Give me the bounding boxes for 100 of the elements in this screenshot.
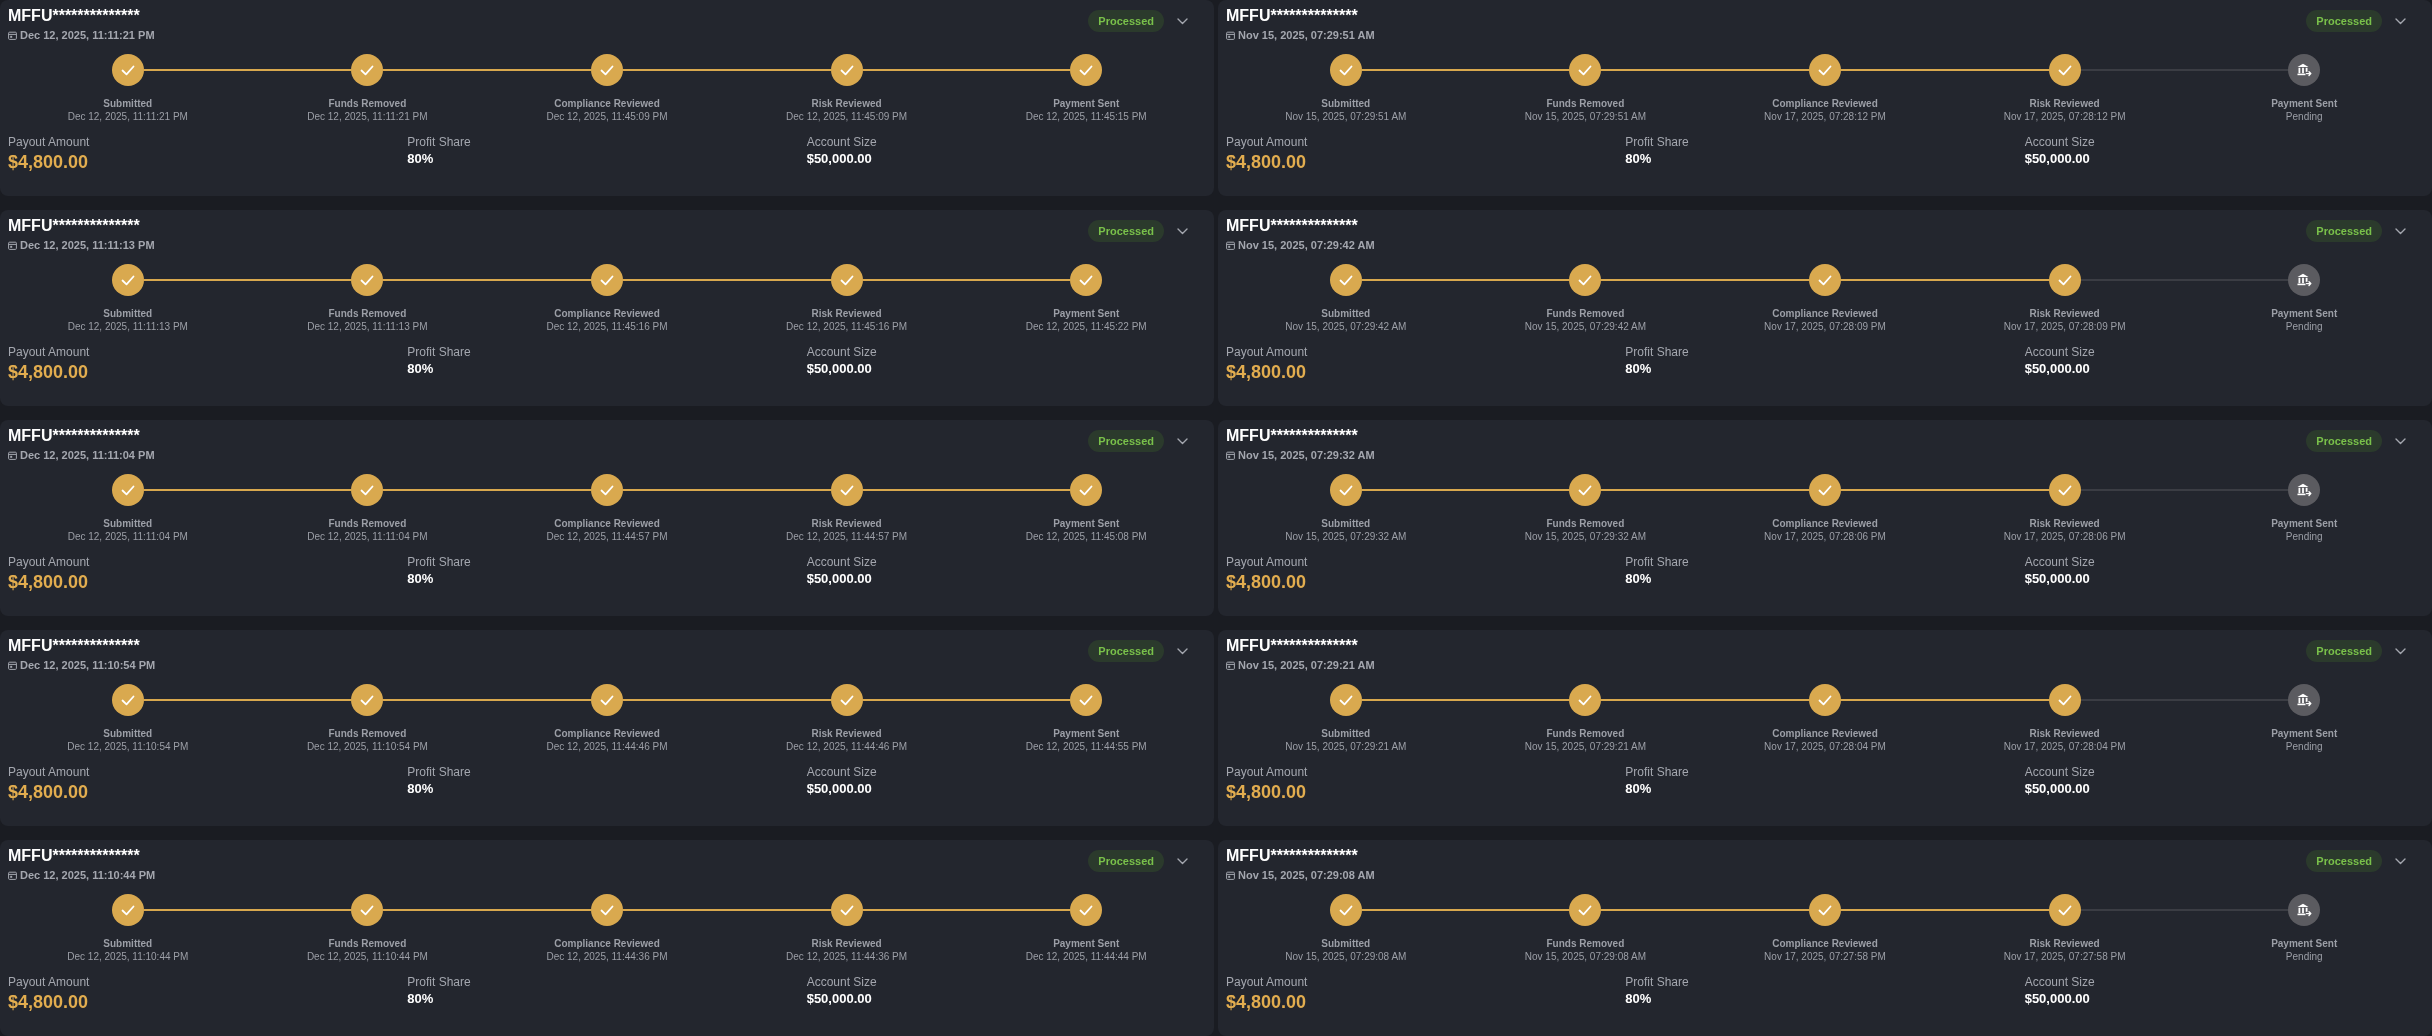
field-label: Profit Share [1625, 975, 1689, 990]
step-timestamp: Dec 12, 2025, 11:11:13 PM [307, 320, 428, 333]
request-date: Nov 15, 2025, 07:29:21 AM [1238, 658, 1375, 672]
calendar-icon [8, 240, 17, 250]
field-label: Payout Amount [8, 135, 90, 150]
step-timestamp: Nov 15, 2025, 07:29:32 AM [1524, 530, 1646, 543]
step-label: Risk Reviewed [811, 97, 882, 110]
step-label: Funds Removed [328, 97, 407, 110]
step-label: Submitted [1321, 97, 1371, 110]
step-label: Compliance Reviewed [1772, 517, 1878, 530]
step-label: Submitted [1321, 517, 1371, 530]
field-value: $50,000.00 [806, 360, 872, 378]
step-status: Pending [2285, 530, 2323, 543]
field-value: 80% [1625, 990, 1652, 1008]
field-label: Profit Share [407, 975, 471, 990]
step-label: Payment Sent [1053, 97, 1120, 110]
step-label: Compliance Reviewed [554, 307, 660, 320]
status-badge: Processed [1088, 850, 1164, 872]
payout-amount: $4,800.00 [8, 991, 89, 1014]
field-label: Account Size [2024, 345, 2095, 360]
step-label: Submitted [103, 97, 153, 110]
step-timestamp: Nov 17, 2025, 07:27:58 PM [1764, 950, 1886, 963]
chevron-down-icon[interactable] [1177, 857, 1188, 865]
payout-amount: $4,800.00 [8, 361, 89, 384]
step-label: Funds Removed [1546, 97, 1625, 110]
account-id: MFFU************** [8, 426, 141, 446]
calendar-icon [8, 660, 17, 670]
step-label: Submitted [103, 937, 153, 950]
payout-amount: $4,800.00 [1226, 991, 1307, 1014]
chevron-down-icon[interactable] [1177, 437, 1188, 445]
status-badge: Processed [2306, 10, 2382, 32]
account-id: MFFU************** [8, 846, 141, 866]
payout-amount: $4,800.00 [1226, 781, 1307, 804]
step-label: Compliance Reviewed [554, 517, 660, 530]
step-status: Pending [2285, 320, 2323, 333]
step-timestamp: Nov 17, 2025, 07:28:09 PM [1764, 320, 1886, 333]
step-timestamp: Dec 12, 2025, 11:10:44 PM [306, 950, 428, 963]
step-timestamp: Nov 15, 2025, 07:29:32 AM [1285, 530, 1407, 543]
calendar-icon [1226, 870, 1235, 880]
step-timestamp: Dec 12, 2025, 11:45:16 PM [546, 320, 668, 333]
step-label: Compliance Reviewed [1772, 937, 1878, 950]
step-timestamp: Nov 17, 2025, 07:28:12 PM [2003, 110, 2126, 123]
request-date: Nov 15, 2025, 07:29:32 AM [1238, 448, 1375, 462]
request-date: Dec 12, 2025, 11:10:54 PM [20, 658, 156, 672]
field-label: Payout Amount [1226, 555, 1308, 570]
chevron-down-icon[interactable] [1177, 227, 1188, 235]
field-label: Account Size [806, 345, 877, 360]
step-label: Payment Sent [1053, 727, 1120, 740]
step-timestamp: Nov 17, 2025, 07:28:12 PM [1764, 110, 1886, 123]
step-status: Pending [2285, 110, 2323, 123]
field-value: 80% [407, 570, 434, 588]
chevron-down-icon[interactable] [2395, 437, 2406, 445]
step-timestamp: Dec 12, 2025, 11:44:46 PM [786, 740, 908, 753]
status-badge: Processed [1088, 10, 1164, 32]
step-label: Payment Sent [2271, 517, 2338, 530]
step-timestamp: Dec 12, 2025, 11:45:15 PM [1025, 110, 1147, 123]
step-label: Payment Sent [1053, 307, 1120, 320]
field-label: Profit Share [407, 555, 471, 570]
chevron-down-icon[interactable] [2395, 17, 2406, 25]
chevron-down-icon[interactable] [1177, 647, 1188, 655]
field-value: 80% [1625, 570, 1652, 588]
calendar-icon [8, 450, 17, 460]
field-label: Account Size [806, 975, 877, 990]
payout-amount: $4,800.00 [1226, 151, 1307, 174]
field-label: Profit Share [407, 345, 471, 360]
step-label: Compliance Reviewed [1772, 307, 1878, 320]
step-label: Risk Reviewed [2029, 97, 2100, 110]
step-label: Submitted [1321, 727, 1371, 740]
step-label: Submitted [103, 517, 153, 530]
chevron-down-icon[interactable] [2395, 857, 2406, 865]
step-label: Funds Removed [1546, 517, 1625, 530]
step-timestamp: Nov 15, 2025, 07:29:21 AM [1524, 740, 1646, 753]
step-label: Risk Reviewed [811, 937, 882, 950]
step-timestamp: Nov 17, 2025, 07:28:06 PM [2003, 530, 2126, 543]
chevron-down-icon[interactable] [2395, 227, 2406, 235]
account-id: MFFU************** [1226, 6, 1359, 26]
step-timestamp: Nov 17, 2025, 07:28:06 PM [1764, 530, 1886, 543]
field-value: 80% [407, 360, 434, 378]
status-badge: Processed [2306, 850, 2382, 872]
step-timestamp: Nov 15, 2025, 07:29:08 AM [1285, 950, 1407, 963]
field-label: Profit Share [407, 765, 471, 780]
field-value: $50,000.00 [2024, 360, 2090, 378]
step-label: Funds Removed [1546, 937, 1625, 950]
request-date: Nov 15, 2025, 07:29:42 AM [1238, 238, 1375, 252]
status-badge: Processed [2306, 430, 2382, 452]
step-timestamp: Nov 15, 2025, 07:29:51 AM [1285, 110, 1407, 123]
step-timestamp: Dec 12, 2025, 11:44:36 PM [786, 950, 908, 963]
field-label: Profit Share [407, 135, 471, 150]
step-timestamp: Nov 17, 2025, 07:28:04 PM [1764, 740, 1886, 753]
field-label: Account Size [806, 765, 877, 780]
request-date: Dec 12, 2025, 11:11:13 PM [20, 238, 155, 252]
field-value: $50,000.00 [2024, 990, 2090, 1008]
step-timestamp: Dec 12, 2025, 11:44:55 PM [1025, 740, 1147, 753]
chevron-down-icon[interactable] [2395, 647, 2406, 655]
chevron-down-icon[interactable] [1177, 17, 1188, 25]
status-badge: Processed [1088, 220, 1164, 242]
account-id: MFFU************** [1226, 846, 1359, 866]
field-value: 80% [407, 150, 434, 168]
status-badge: Processed [1088, 640, 1164, 662]
request-date: Dec 12, 2025, 11:10:44 PM [20, 868, 156, 882]
